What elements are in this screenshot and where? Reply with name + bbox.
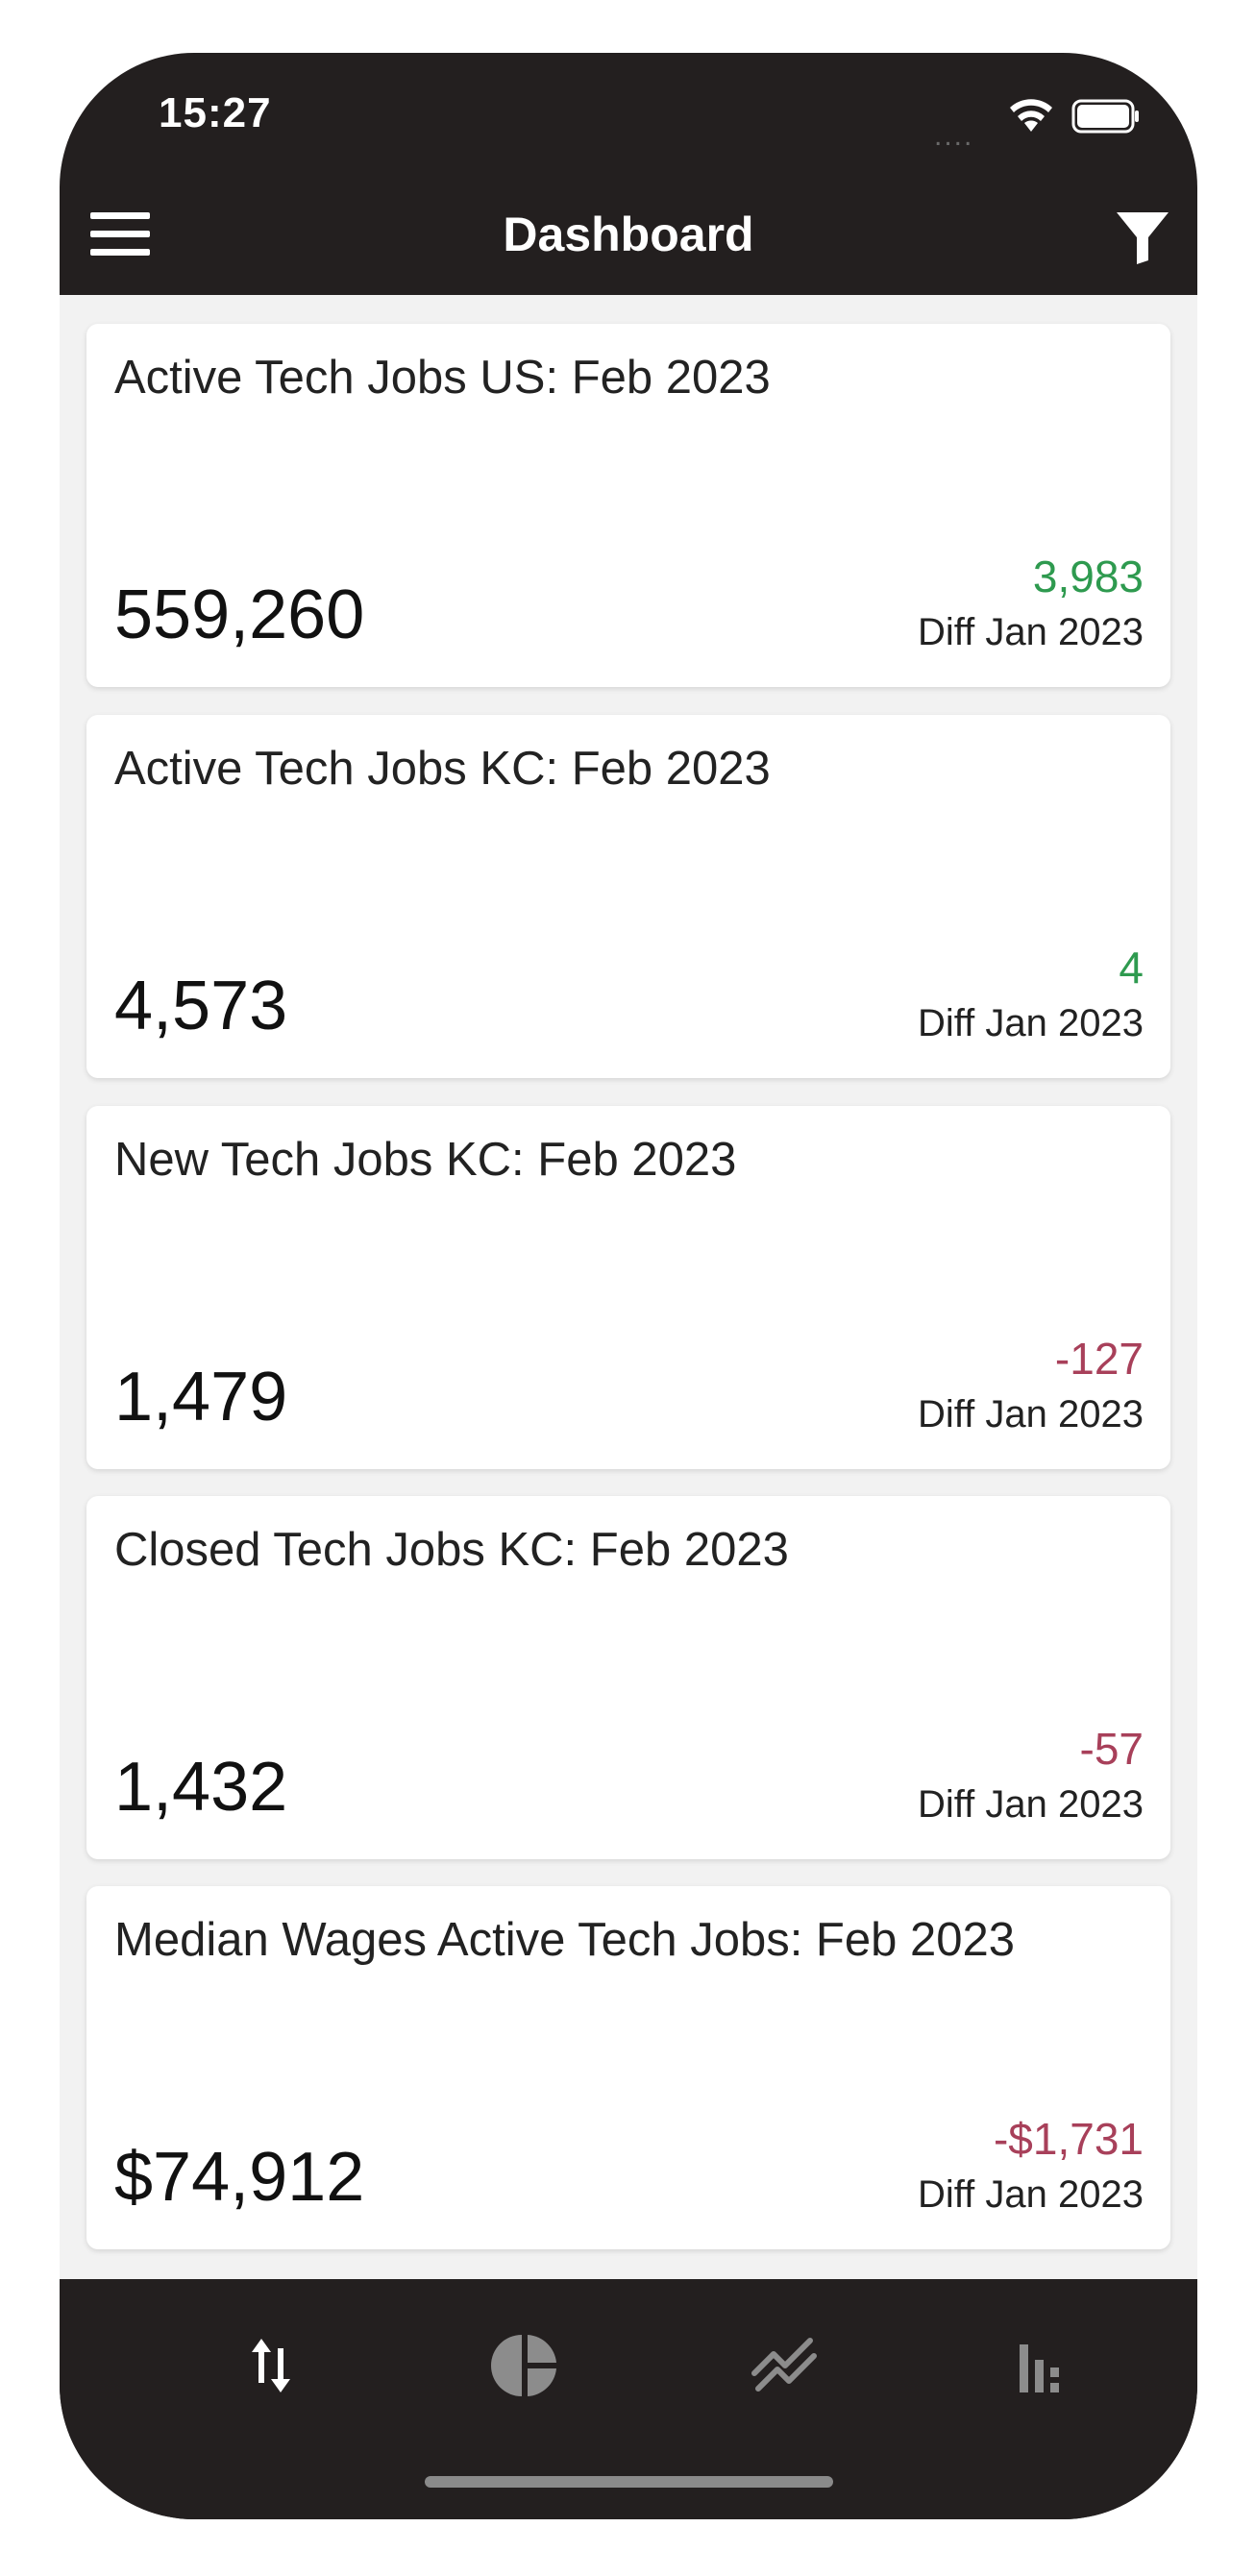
pie-chart-icon[interactable] xyxy=(487,2327,564,2404)
metric-card-closed-jobs-kc[interactable]: Closed Tech Jobs KC: Feb 2023 1,432 -57 … xyxy=(86,1496,1170,1859)
card-title: New Tech Jobs KC: Feb 2023 xyxy=(114,1134,737,1186)
line-chart-icon[interactable] xyxy=(747,2327,824,2404)
status-time: 15:27 xyxy=(159,89,272,136)
card-value: $74,912 xyxy=(114,2139,365,2216)
card-diff: 4 xyxy=(1119,943,1144,993)
metric-card-active-jobs-kc[interactable]: Active Tech Jobs KC: Feb 2023 4,573 4 Di… xyxy=(86,715,1170,1078)
card-diff-label: Diff Jan 2023 xyxy=(918,1393,1144,1435)
phone-frame: 15:27 .... Dashboard Active Tech Jobs US… xyxy=(60,53,1197,2519)
navigation-bar: Dashboard xyxy=(60,187,1197,295)
card-diff: -57 xyxy=(1079,1724,1144,1774)
card-diff-label: Diff Jan 2023 xyxy=(918,1783,1144,1826)
bar-chart-icon[interactable] xyxy=(1006,2327,1083,2404)
battery-icon xyxy=(1071,99,1139,134)
card-value: 4,573 xyxy=(114,968,288,1044)
card-diff-label: Diff Jan 2023 xyxy=(918,2173,1144,2216)
card-diff-label: Diff Jan 2023 xyxy=(918,1002,1144,1044)
card-title: Closed Tech Jobs KC: Feb 2023 xyxy=(114,1524,789,1576)
card-diff: -$1,731 xyxy=(993,2114,1144,2164)
wifi-icon xyxy=(1010,99,1052,132)
metric-card-median-wages[interactable]: Median Wages Active Tech Jobs: Feb 2023 … xyxy=(86,1886,1170,2249)
card-diff-label: Diff Jan 2023 xyxy=(918,611,1144,653)
card-value: 1,432 xyxy=(114,1749,288,1826)
filter-icon[interactable] xyxy=(1115,209,1170,266)
sort-arrows-icon[interactable] xyxy=(233,2327,309,2404)
dashboard-card-list[interactable]: Active Tech Jobs US: Feb 2023 559,260 3,… xyxy=(60,295,1197,2279)
card-value: 1,479 xyxy=(114,1359,288,1435)
card-value: 559,260 xyxy=(114,577,365,653)
status-bar: 15:27 .... xyxy=(60,53,1197,187)
metric-card-active-jobs-us[interactable]: Active Tech Jobs US: Feb 2023 559,260 3,… xyxy=(86,324,1170,687)
page-title: Dashboard xyxy=(503,208,754,261)
card-title: Active Tech Jobs KC: Feb 2023 xyxy=(114,743,771,795)
card-title: Active Tech Jobs US: Feb 2023 xyxy=(114,352,771,404)
card-diff: -127 xyxy=(1054,1334,1144,1384)
metric-card-new-jobs-kc[interactable]: New Tech Jobs KC: Feb 2023 1,479 -127 Di… xyxy=(86,1106,1170,1469)
signal-icon: .... xyxy=(934,120,974,152)
card-diff: 3,983 xyxy=(1032,552,1144,601)
card-title: Median Wages Active Tech Jobs: Feb 2023 xyxy=(114,1914,1015,1966)
home-indicator[interactable] xyxy=(425,2476,833,2488)
